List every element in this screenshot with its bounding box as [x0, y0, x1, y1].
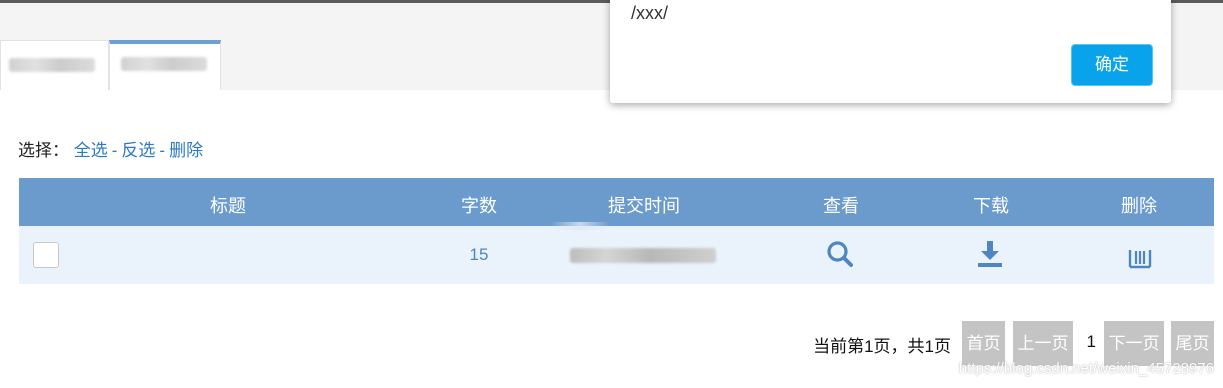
column-header-delete: 删除: [1121, 196, 1157, 216]
dialog-message: /xxx/: [631, 3, 669, 23]
blurred-tab-label: [9, 58, 95, 72]
column-header-title: 标题: [210, 196, 246, 216]
delete-selected-link[interactable]: 删除: [169, 141, 203, 160]
time-glow: [550, 222, 610, 230]
ok-button[interactable]: 确定: [1071, 44, 1153, 86]
tab-blurred-2-active[interactable]: [109, 40, 221, 90]
row-checkbox[interactable]: [33, 242, 59, 268]
blurred-tab-label: [121, 57, 207, 71]
row-word-count: 15: [469, 245, 489, 264]
column-header-count: 字数: [461, 196, 497, 216]
select-all-link[interactable]: 全选: [74, 141, 108, 160]
page-info: 当前第1页，共1页: [813, 337, 951, 356]
blurred-submit-time: [570, 248, 716, 263]
separator: -: [111, 141, 118, 160]
submissions-table: 标题 字数 提交时间 查看 下载 删除 15: [19, 178, 1214, 284]
tab-blurred-1[interactable]: [0, 40, 109, 90]
table-row: 15: [19, 222, 1214, 284]
search-icon[interactable]: [825, 239, 855, 274]
selection-toolbar: 选择： 全选 - 反选 - 删除: [18, 136, 203, 161]
alert-dialog: /xxx/ 确定: [610, 0, 1171, 103]
column-header-download: 下载: [973, 196, 1009, 216]
download-icon[interactable]: [975, 239, 1005, 274]
selection-label: 选择：: [18, 141, 69, 160]
table-header: 标题 字数 提交时间 查看 下载 删除: [19, 178, 1214, 226]
current-page-number[interactable]: 1: [1087, 332, 1096, 352]
trash-icon[interactable]: [1126, 241, 1154, 276]
column-header-view: 查看: [823, 196, 859, 216]
csdn-watermark: https://blog.csdn.net/weixin_45728976: [958, 360, 1214, 377]
separator: -: [159, 141, 166, 160]
column-header-submit-time: 提交时间: [608, 196, 680, 216]
invert-selection-link[interactable]: 反选: [121, 141, 155, 160]
